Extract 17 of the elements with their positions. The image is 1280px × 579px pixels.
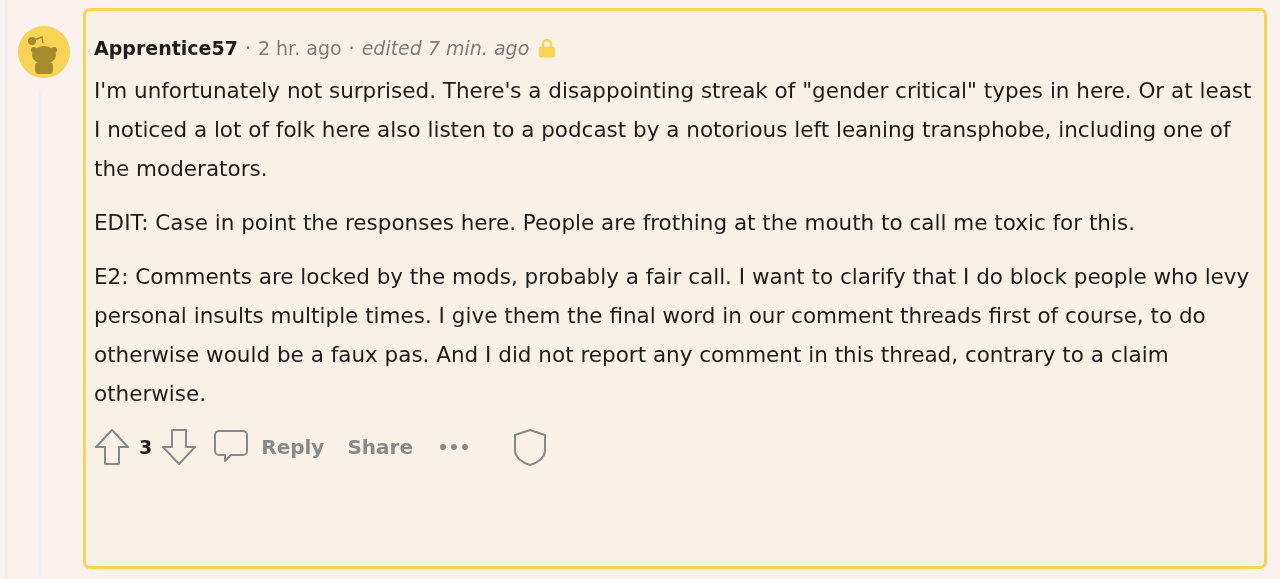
separator-dot: ·: [244, 37, 251, 59]
share-button[interactable]: Share: [347, 435, 413, 459]
edited-time: edited 7 min. ago: [361, 37, 530, 59]
more-options-icon[interactable]: [439, 443, 469, 451]
avatar-icon[interactable]: [18, 26, 70, 78]
comment-paragraph: E2: Comments are locked by the mods, probably a fair call. I want to clarify that I do block people who levy personal insults multiple times. I give them the final word in our comment threads first of course, to do otherwise would be a faux pas. And I did not report any comment in this thread, contrary to a claim otherwise.: [94, 263, 1251, 408]
comment-icon[interactable]: [213, 429, 250, 465]
shield-icon[interactable]: [513, 428, 547, 466]
upvote-icon[interactable]: [94, 428, 130, 466]
vote-count: 3: [139, 436, 153, 458]
username-link[interactable]: Apprentice57: [94, 37, 238, 59]
comment-paragraph: EDIT: Case in point the responses here. People are frothing at the mouth to call me toxic for this.: [94, 209, 1136, 237]
downvote-icon[interactable]: [161, 428, 198, 466]
reply-button[interactable]: Reply: [261, 435, 325, 459]
comment-paragraph: I'm unfortunately not surprised. There's a disappointing streak of "gender critical" types in here. Or at least I noticed a lot of folk here also listen to a podcast by a notorious left leaning transphobe, including one of the moderators.: [94, 77, 1253, 183]
separator-dot: ·: [348, 37, 355, 59]
post-time: 2 hr. ago: [257, 37, 342, 59]
